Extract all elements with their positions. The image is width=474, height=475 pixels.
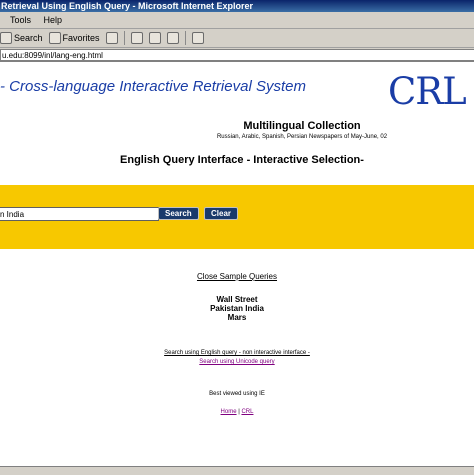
footer-links: Home | CRL	[0, 409, 474, 415]
history-icon	[105, 32, 118, 44]
window-titlebar: Retrieval Using English Query - Microsof…	[0, 0, 474, 12]
crl-link[interactable]: CRL	[241, 409, 253, 415]
home-link[interactable]: Home	[221, 409, 237, 415]
search-mode-links: Search using English query - non interac…	[0, 349, 474, 367]
print-icon	[148, 32, 161, 44]
non-interactive-link[interactable]: Search using English query - non interac…	[164, 350, 310, 356]
sample-queries-list: Wall Street Pakistan India Mars	[0, 295, 474, 322]
menu-bar: Tools Help	[0, 12, 474, 29]
address-input[interactable]	[0, 49, 474, 61]
collection-header: Multilingual Collection Russian, Arabic,…	[0, 120, 474, 140]
clear-button[interactable]: Clear	[204, 207, 239, 220]
query-input[interactable]	[0, 207, 159, 221]
system-title: - Cross-language Interactive Retrieval S…	[0, 78, 306, 95]
edit-icon	[166, 32, 179, 44]
print-button[interactable]	[148, 32, 161, 44]
interface-title-text: English Query Interface - Interactive Se…	[120, 154, 364, 166]
history-button[interactable]	[105, 32, 118, 44]
best-viewed-note: Best viewed using IE	[209, 391, 265, 397]
collection-subtitle: Russian, Arabic, Spanish, Persian Newspa…	[216, 134, 388, 140]
mail-button[interactable]	[130, 32, 143, 44]
search-toolbar-button[interactable]: Search	[0, 32, 43, 44]
sample-query-item[interactable]: Pakistan India	[0, 304, 474, 313]
favorites-icon	[48, 32, 61, 44]
search-toolbar-label: Search	[14, 33, 43, 43]
search-button[interactable]: Search	[158, 207, 199, 220]
page-content: - Cross-language Interactive Retrieval S…	[0, 62, 474, 474]
edit-button[interactable]	[166, 32, 179, 44]
toolbar-separator	[184, 31, 186, 45]
sample-query-item[interactable]: Wall Street	[0, 295, 474, 304]
interface-title: English Query Interface - Interactive Se…	[0, 154, 474, 166]
logo-text: CRL	[388, 70, 467, 113]
toolbar-separator	[123, 31, 125, 45]
unicode-query-link[interactable]: Search using Unicode query	[199, 359, 274, 365]
footer-separator: |	[238, 409, 240, 415]
favorites-toolbar-button[interactable]: Favorites	[48, 32, 100, 44]
collection-title: Multilingual Collection	[243, 120, 361, 132]
sample-query-item[interactable]: Mars	[0, 313, 474, 322]
window-title: Retrieval Using English Query - Microsof…	[1, 1, 254, 11]
query-band: Search Clear	[0, 185, 474, 249]
menu-tools[interactable]: Tools	[10, 15, 31, 25]
search-icon	[0, 32, 12, 44]
menu-help[interactable]: Help	[44, 15, 63, 25]
address-bar	[0, 48, 474, 62]
crl-logo: CRL	[388, 70, 474, 120]
discuss-button[interactable]	[191, 32, 204, 44]
discuss-icon	[191, 32, 204, 44]
browser-toolbar: Search Favorites	[0, 29, 474, 48]
favorites-toolbar-label: Favorites	[62, 33, 100, 43]
close-sample-queries-link[interactable]: Close Sample Queries	[0, 272, 474, 281]
mail-icon	[130, 32, 143, 44]
